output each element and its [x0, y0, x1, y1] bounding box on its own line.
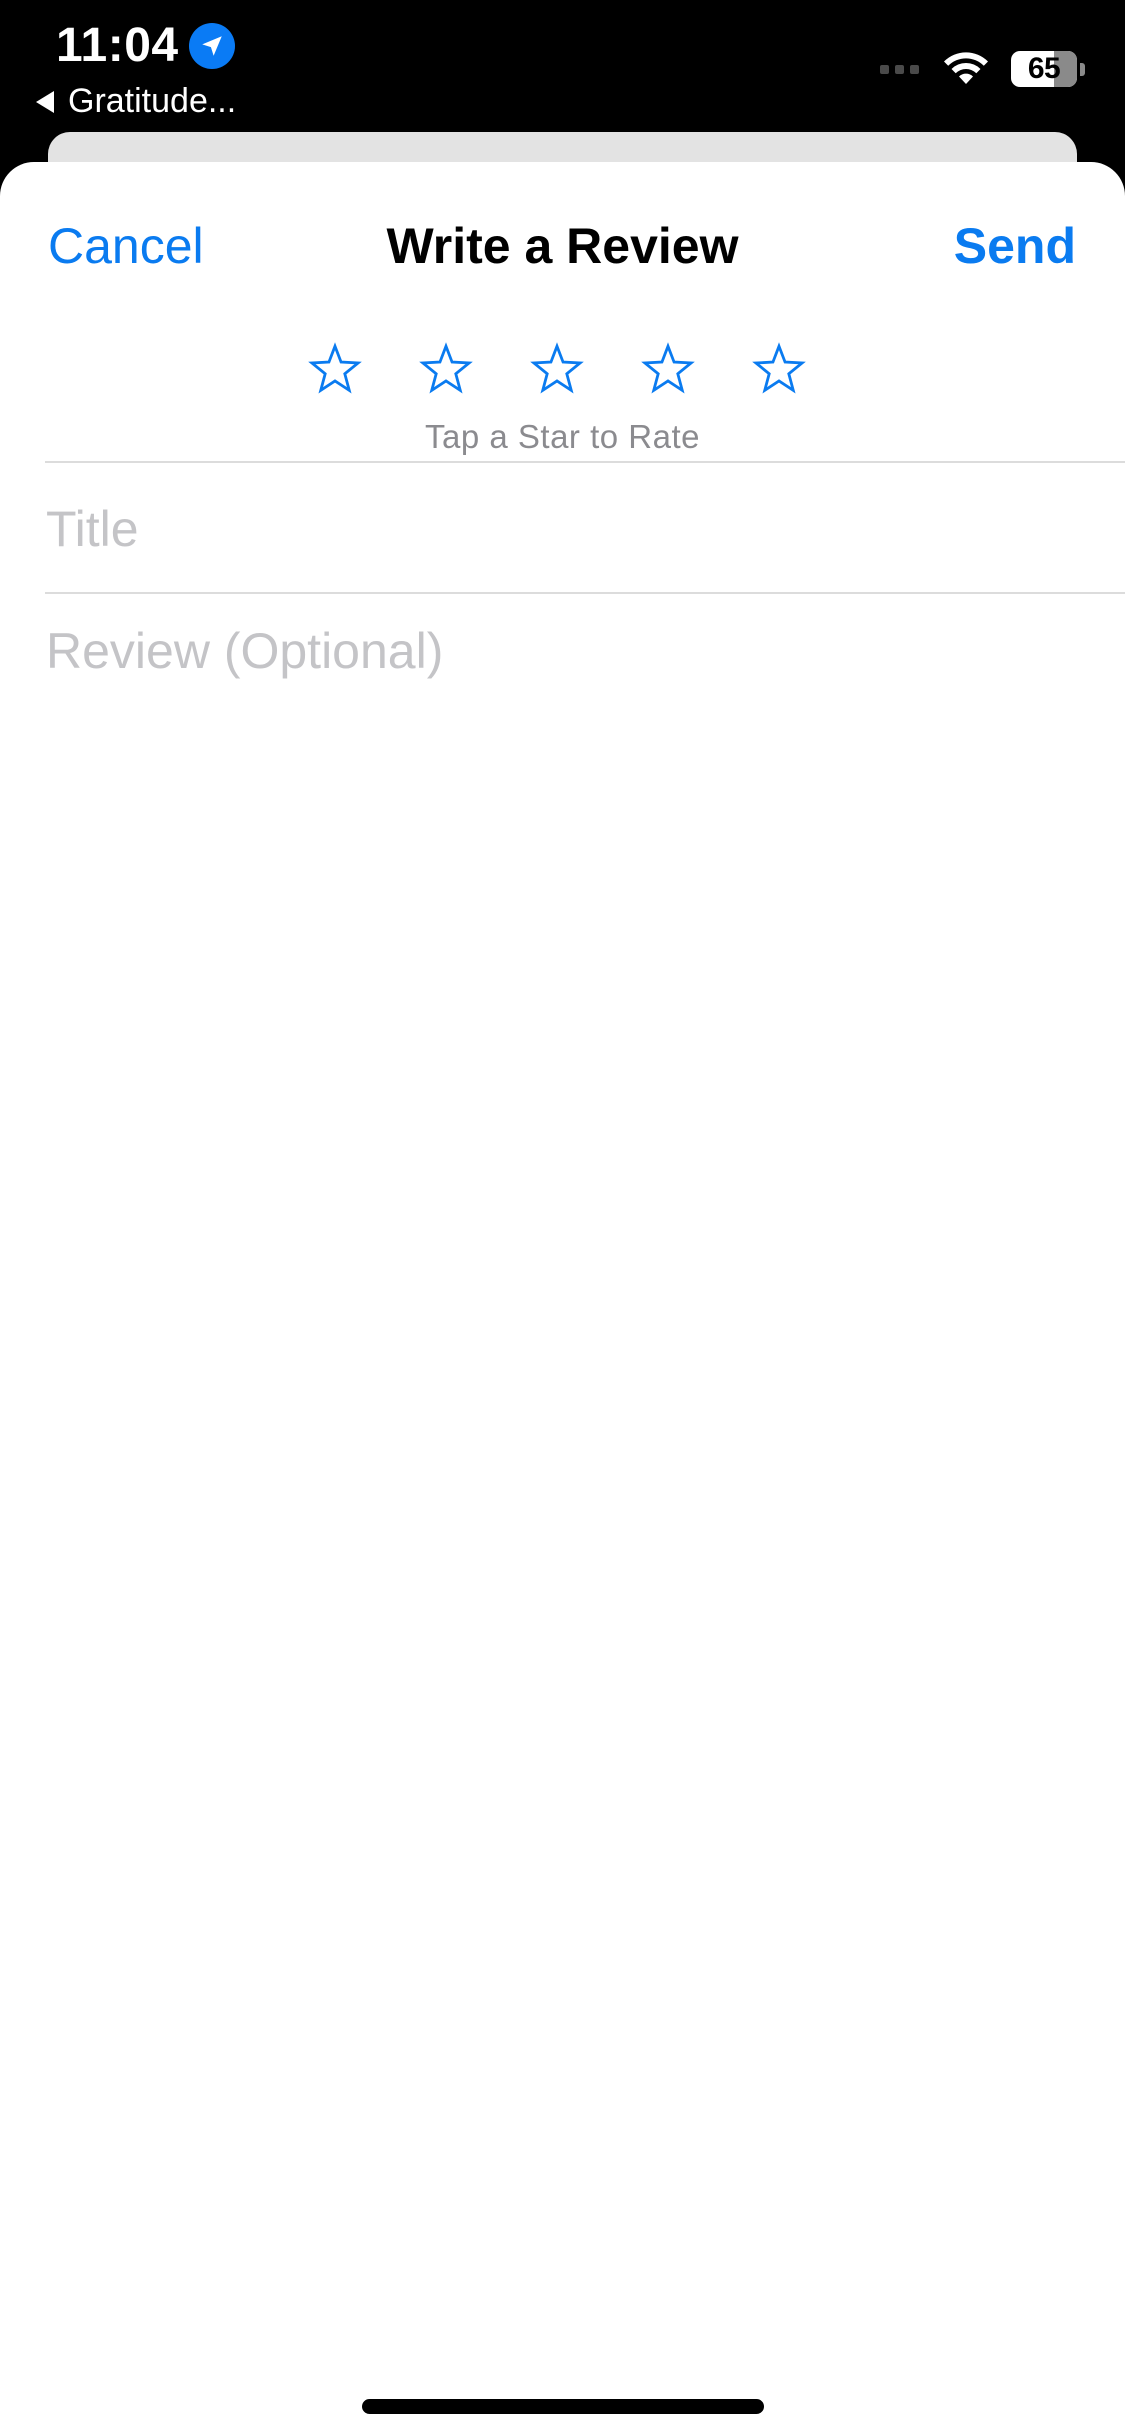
- back-caret-icon: [36, 90, 54, 113]
- location-arrow-icon: [188, 22, 235, 69]
- battery-icon: 65: [1011, 51, 1077, 87]
- star-1-icon[interactable]: [307, 342, 363, 398]
- battery-level: 65: [1027, 52, 1061, 85]
- cellular-signal-icon: [880, 64, 919, 74]
- battery-cap: [1080, 62, 1085, 76]
- back-to-app-label: Gratitude...: [68, 82, 237, 120]
- review-body-input[interactable]: [46, 620, 1086, 2220]
- star-4-icon[interactable]: [640, 342, 696, 398]
- star-3-icon[interactable]: [529, 342, 585, 398]
- write-review-sheet: Write a Review Cancel Send Tap a Star to…: [0, 162, 1125, 2436]
- back-to-app-button[interactable]: Gratitude...: [36, 82, 236, 121]
- cancel-button[interactable]: Cancel: [48, 217, 204, 275]
- star-5-icon[interactable]: [751, 342, 807, 398]
- review-title-input[interactable]: [46, 498, 1086, 560]
- status-time: 11:04: [56, 19, 179, 72]
- star-rating: [307, 342, 807, 398]
- time-group: 11:04: [56, 18, 235, 73]
- rating-hint: Tap a Star to Rate: [425, 418, 700, 455]
- home-indicator[interactable]: [362, 2399, 764, 2414]
- wifi-icon: [944, 52, 988, 84]
- divider: [45, 592, 1125, 594]
- divider: [45, 461, 1125, 463]
- status-indicators: 65: [880, 50, 1085, 88]
- status-bar: 11:04 Gratitude... 65: [0, 0, 1125, 130]
- send-button[interactable]: Send: [954, 217, 1076, 275]
- star-2-icon[interactable]: [418, 342, 474, 398]
- sheet-nav-bar: Write a Review Cancel Send: [0, 162, 1125, 332]
